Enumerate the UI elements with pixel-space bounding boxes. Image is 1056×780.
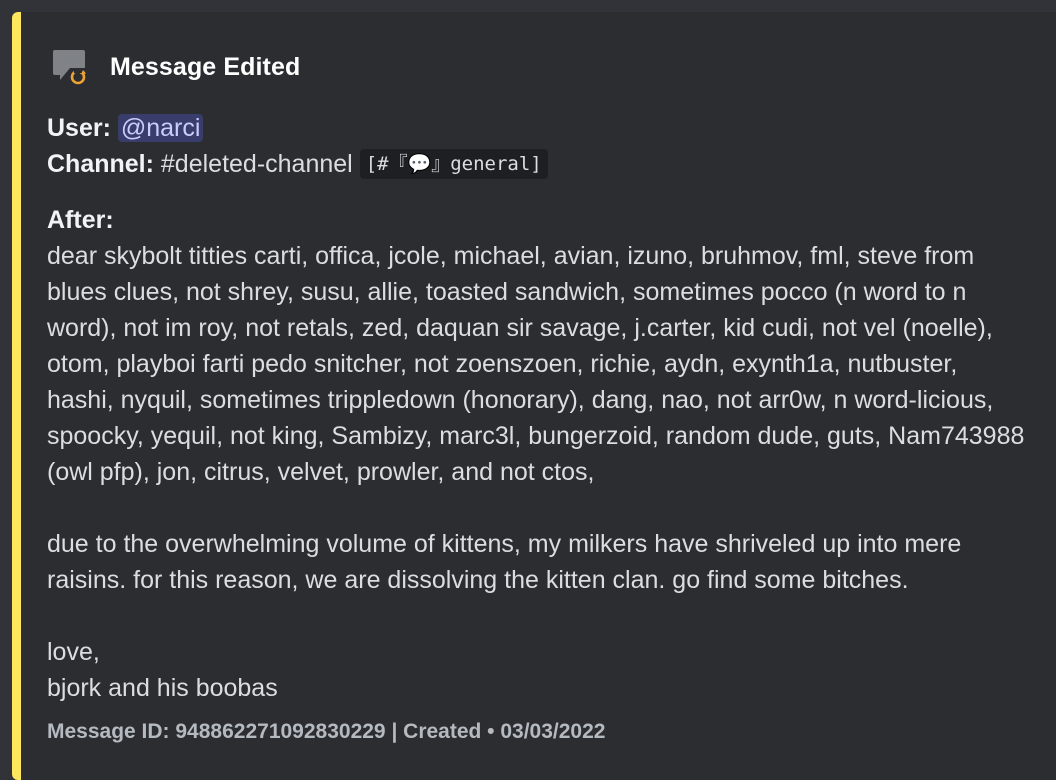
message-edit-icon <box>50 48 90 86</box>
user-label: User: <box>47 114 111 142</box>
embed-footer: Message ID: 948862271092830229 | Created… <box>47 720 606 743</box>
embed-accent-bar <box>12 12 21 780</box>
user-mention[interactable]: @narci <box>117 114 204 142</box>
channel-label: Channel: <box>47 150 154 178</box>
channel-name: #deleted-channel <box>160 150 353 178</box>
embed-title: Message Edited <box>110 52 301 81</box>
after-label: After: <box>47 206 114 234</box>
after-text: dear skybolt titties carti, offica, jcol… <box>47 242 1025 702</box>
page: Message Edited User: @narci Channel: #de… <box>0 0 1056 780</box>
channel-field: Channel: #deleted-channel [#『💬』general] <box>47 146 1028 184</box>
user-field: User: @narci <box>47 110 1028 146</box>
embed-author: Message Edited <box>50 48 300 86</box>
embed-description: User: @narci Channel: #deleted-channel [… <box>47 110 1028 706</box>
channel-code: [#『💬』general] <box>359 149 548 179</box>
log-embed: Message Edited User: @narci Channel: #de… <box>12 12 1056 780</box>
